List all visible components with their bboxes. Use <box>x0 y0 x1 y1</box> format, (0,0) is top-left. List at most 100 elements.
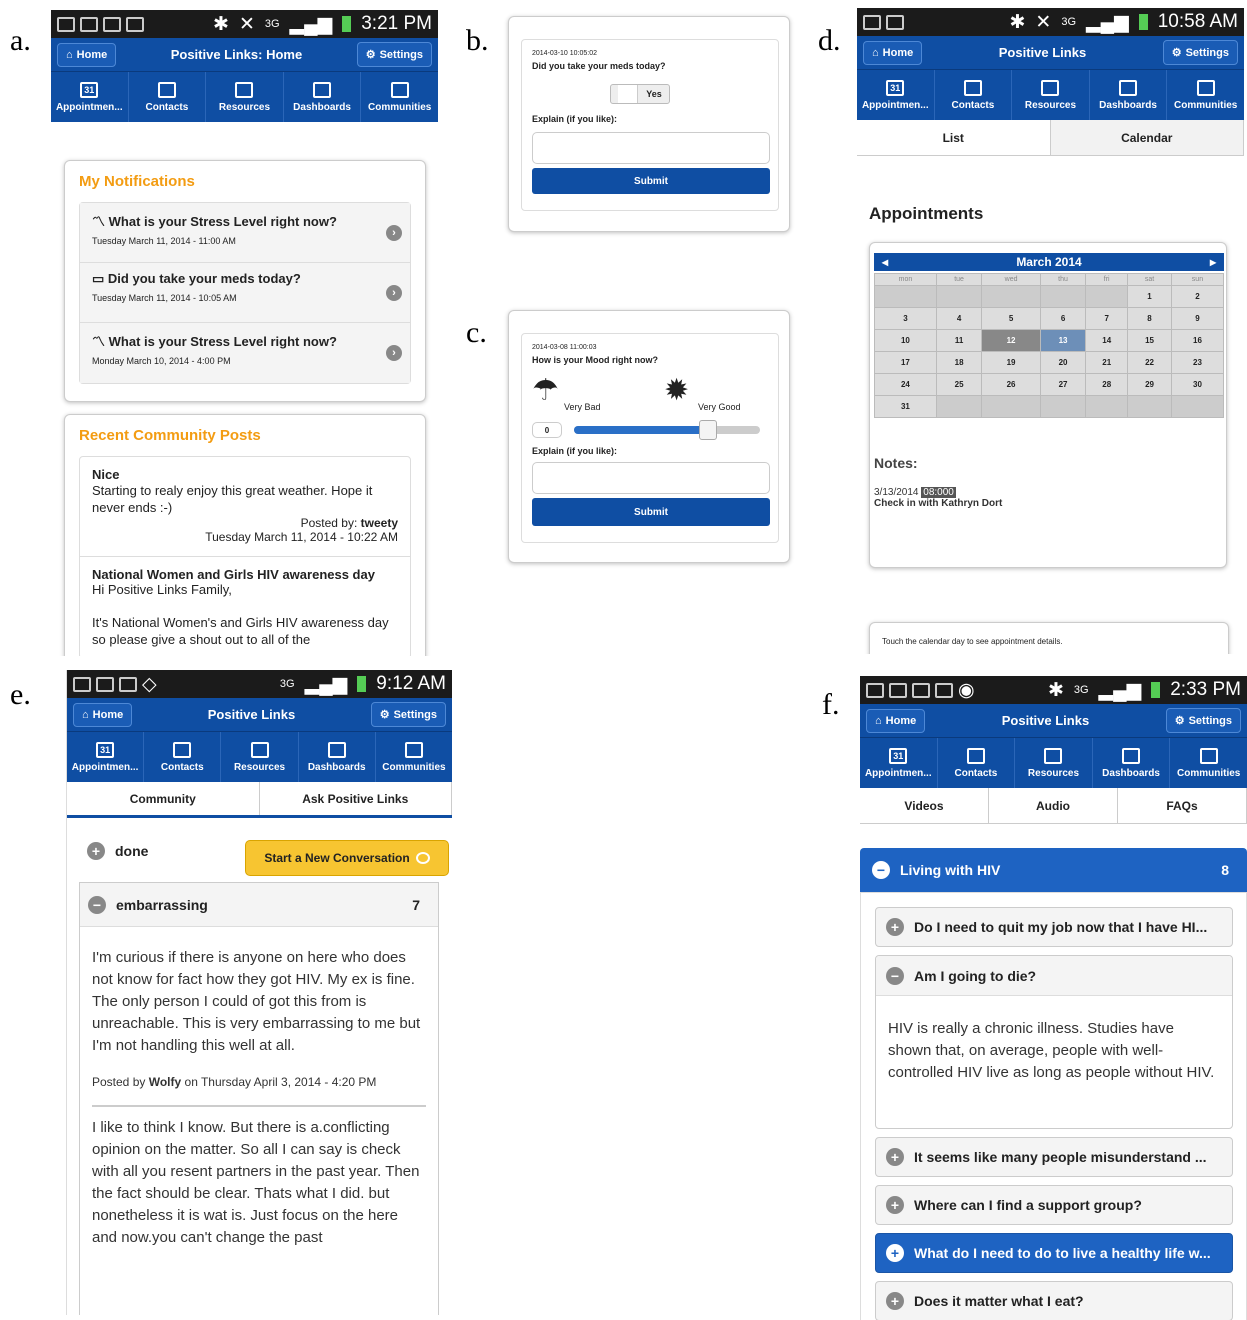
topic-header[interactable]: − embarrassing 7 <box>80 883 438 927</box>
nav-appointments[interactable]: 31 Appointmen... <box>51 72 129 122</box>
faq-item[interactable]: + It seems like many people misunderstand… <box>875 1137 1233 1177</box>
calendar-day[interactable]: 11 <box>935 329 983 352</box>
calendar-day[interactable]: 7 <box>1085 307 1129 330</box>
nav-dashboards[interactable]: Dashboards <box>299 732 376 782</box>
nav-communities[interactable]: Communities <box>1167 70 1244 120</box>
calendar-day[interactable]: 3 <box>874 307 937 330</box>
calendar-day[interactable]: 8 <box>1127 307 1172 330</box>
nav-contacts[interactable]: Contacts <box>129 72 207 122</box>
tab-list[interactable]: List <box>857 120 1051 155</box>
nav-resources[interactable]: Resources <box>1015 738 1093 788</box>
faq-item[interactable]: + Does it matter what I eat? <box>875 1281 1233 1320</box>
submit-button[interactable]: Submit <box>532 168 770 194</box>
nav-communities[interactable]: Communities <box>376 732 452 782</box>
faq-item[interactable]: + Do I need to quit my job now that I hav… <box>875 907 1233 947</box>
calendar-day[interactable]: 17 <box>874 351 937 374</box>
nav-resources[interactable]: Resources <box>206 72 284 122</box>
battery-icon <box>1151 682 1161 698</box>
tab-faqs[interactable]: FAQs <box>1118 788 1247 823</box>
notification-item[interactable]: ▭ Did you take your meds today? Tuesday … <box>80 263 410 323</box>
calendar-day[interactable]: 13 <box>1039 329 1087 352</box>
explain-input[interactable] <box>532 462 770 494</box>
calendar-day[interactable]: 5 <box>981 307 1041 330</box>
calendar-day[interactable]: 16 <box>1170 329 1225 352</box>
slider-value[interactable]: 0 <box>532 422 562 438</box>
calendar-day[interactable]: 25 <box>935 373 983 396</box>
post-item[interactable]: National Women and Girls HIV awareness d… <box>80 557 410 656</box>
settings-button[interactable]: ⚙ Settings <box>356 42 432 67</box>
notes-label: Notes: <box>874 455 918 471</box>
nav-dashboards[interactable]: Dashboards <box>1093 738 1171 788</box>
calendar-day[interactable]: 18 <box>935 351 983 374</box>
calendar-day[interactable]: 6 <box>1039 307 1087 330</box>
nav-contacts[interactable]: Contacts <box>144 732 222 782</box>
settings-button[interactable]: ⚙ Settings <box>1165 708 1241 733</box>
calendar-empty-cell <box>1085 395 1129 418</box>
nav-resources[interactable]: Resources <box>1012 70 1090 120</box>
prev-month-icon[interactable]: ◂ <box>882 255 888 269</box>
nav-resources[interactable]: Resources <box>221 732 299 782</box>
calendar-day[interactable]: 20 <box>1039 351 1087 374</box>
faq-question[interactable]: − Am I going to die? <box>876 956 1232 996</box>
tab-calendar[interactable]: Calendar <box>1050 120 1244 155</box>
settings-button[interactable]: ⚙ Settings <box>1162 40 1238 65</box>
nav-communities[interactable]: Communities <box>1170 738 1247 788</box>
nav-contacts[interactable]: Contacts <box>938 738 1016 788</box>
yes-toggle[interactable]: Yes <box>610 84 670 104</box>
notification-item[interactable]: 〽 What is your Stress Level right now? M… <box>80 323 410 383</box>
calendar-grid: mon tue wed thu fri sat sun 1 2 3 4 5 6 7 8 9 10 11 12 13 1… <box>874 273 1225 418</box>
calendar-day[interactable]: 21 <box>1085 351 1129 374</box>
mood-slider[interactable] <box>574 420 760 440</box>
calendar-day[interactable]: 28 <box>1085 373 1129 396</box>
tab-community[interactable]: Community <box>67 782 260 815</box>
nav-appointments[interactable]: 31 Appointmen... <box>857 70 935 120</box>
slider-handle[interactable] <box>698 420 717 440</box>
nav-dashboards[interactable]: Dashboards <box>1090 70 1168 120</box>
calendar-day[interactable]: 4 <box>935 307 983 330</box>
tab-ask-positive-links[interactable]: Ask Positive Links <box>259 782 452 815</box>
calendar-day[interactable]: 22 <box>1127 351 1172 374</box>
notification-item[interactable]: 〽 What is your Stress Level right now? T… <box>80 203 410 263</box>
calendar-day[interactable]: 26 <box>981 373 1041 396</box>
nav-communities[interactable]: Communities <box>361 72 438 122</box>
home-button[interactable]: ⌂ Home <box>73 702 133 727</box>
nav-appointments[interactable]: 31 Appointmen... <box>67 732 145 782</box>
clock: 9:12 AM <box>376 673 446 694</box>
tab-audio[interactable]: Audio <box>989 788 1118 823</box>
nav-dashboards[interactable]: Dashboards <box>284 72 362 122</box>
calendar-day[interactable]: 2 <box>1170 285 1225 308</box>
home-button[interactable]: ⌂ Home <box>863 40 923 65</box>
section-living-with-hiv[interactable]: − Living with HIV 8 <box>860 848 1247 892</box>
calendar-day[interactable]: 29 <box>1127 373 1172 396</box>
calendar-day[interactable]: 10 <box>874 329 937 352</box>
calendar-day[interactable]: 1 <box>1127 285 1172 308</box>
home-button[interactable]: ⌂ Home <box>866 708 926 733</box>
calendar-day[interactable]: 12 <box>981 329 1041 352</box>
post-title: National Women and Girls HIV awareness d… <box>92 567 375 582</box>
calendar-day[interactable]: 27 <box>1039 373 1087 396</box>
calendar-day[interactable]: 24 <box>874 373 937 396</box>
calendar-day[interactable]: 30 <box>1170 373 1225 396</box>
faq-item[interactable]: + Where can I find a support group? <box>875 1185 1233 1225</box>
nav-appointments[interactable]: 31 Appointmen... <box>860 738 938 788</box>
book-icon <box>235 81 254 98</box>
calendar-day[interactable]: 23 <box>1170 351 1225 374</box>
explain-input[interactable] <box>532 132 770 164</box>
topic-done[interactable]: + done <box>87 842 148 860</box>
calendar-day[interactable]: 19 <box>981 351 1041 374</box>
tab-videos[interactable]: Videos <box>860 788 989 823</box>
settings-button[interactable]: ⚙ Settings <box>370 702 446 727</box>
calendar-day[interactable]: 31 <box>874 395 937 418</box>
nav-contacts[interactable]: Contacts <box>935 70 1013 120</box>
home-button[interactable]: ⌂ Home <box>57 42 117 67</box>
faq-list: + Do I need to quit my job now that I hav… <box>860 892 1247 1320</box>
faq-item-active[interactable]: + What do I need to do to live a healthy … <box>875 1233 1233 1273</box>
post-item[interactable]: Nice Starting to realy enjoy this great … <box>80 457 410 557</box>
next-month-icon[interactable]: ▸ <box>1210 255 1216 269</box>
appointment-note[interactable]: 3/13/2014 08:000 Check in with Kathryn D… <box>874 487 1002 509</box>
calendar-day[interactable]: 15 <box>1127 329 1172 352</box>
start-conversation-button[interactable]: Start a New Conversation <box>245 840 449 876</box>
calendar-day[interactable]: 9 <box>1170 307 1225 330</box>
calendar-day[interactable]: 14 <box>1085 329 1129 352</box>
submit-button[interactable]: Submit <box>532 498 770 526</box>
